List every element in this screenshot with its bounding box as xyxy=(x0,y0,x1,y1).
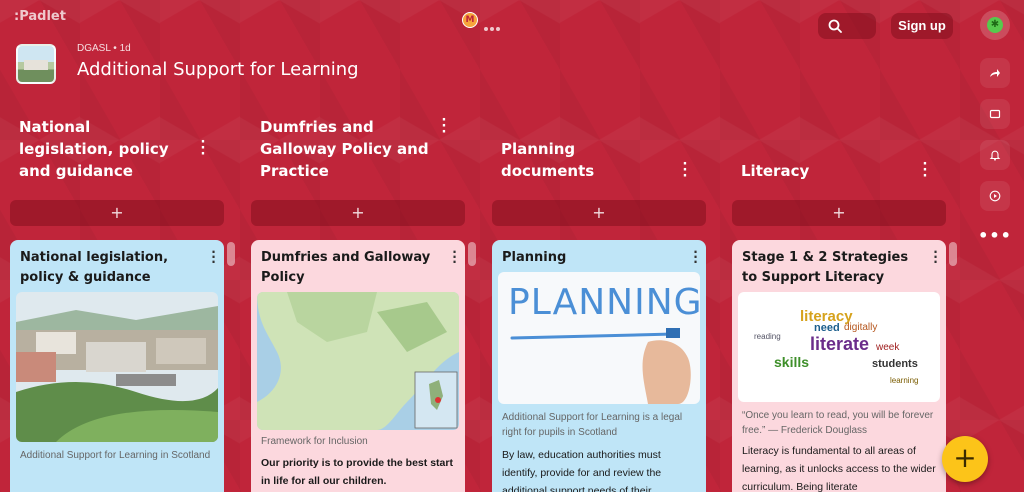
post-image[interactable] xyxy=(16,292,218,442)
right-toolbar: ✱ ••• xyxy=(978,10,1012,245)
word-cloud-word: learning xyxy=(890,376,919,385)
bell-icon xyxy=(989,150,1001,161)
post-card[interactable]: Stage 1 & 2 Strategies to Support Litera… xyxy=(732,240,946,492)
word-cloud-word: skills xyxy=(774,354,810,370)
post-image[interactable] xyxy=(257,292,459,430)
post-card[interactable]: Planning · · · PLANNING Additional Support… xyxy=(492,240,706,492)
add-post-button[interactable]: + xyxy=(251,200,465,226)
post-attachment-caption: Framework for Inclusion xyxy=(261,436,368,447)
post-title: National legislation, policy & guidance xyxy=(20,250,169,285)
column-header: Planning documents · · · xyxy=(492,110,706,190)
word-cloud-word: need xyxy=(814,322,840,334)
column-title: National legislation, policy and guidanc… xyxy=(19,118,169,180)
column-literacy: Literacy · · · + xyxy=(732,110,946,226)
parliament-photo xyxy=(16,292,218,442)
board-title: Additional Support for Learning xyxy=(77,59,359,80)
post-attachment-caption: “Once you learn to read, you will be for… xyxy=(742,410,934,436)
search-button[interactable] xyxy=(818,13,876,39)
board-thumbnail[interactable] xyxy=(16,44,56,84)
kebab-menu-icon[interactable]: · · · xyxy=(200,136,206,161)
column-title: Planning documents xyxy=(501,140,595,180)
column-header: National legislation, policy and guidanc… xyxy=(10,110,224,190)
column-title: Literacy xyxy=(741,162,810,180)
post-body: By law, education authorities must ident… xyxy=(502,449,662,492)
column-planning: Planning documents · · · + xyxy=(492,110,706,226)
word-cloud-word: reading xyxy=(754,332,781,341)
loading-dots-icon xyxy=(484,16,502,35)
post-title: Dumfries and Galloway Policy xyxy=(261,250,431,285)
column-scrollbar[interactable] xyxy=(227,242,235,266)
kebab-menu-icon[interactable]: · · · xyxy=(933,246,938,268)
play-icon xyxy=(989,190,1001,202)
post-body: Literacy is fundamental to all areas of … xyxy=(742,445,936,492)
kebab-menu-icon[interactable]: · · · xyxy=(452,246,457,268)
column-scrollbar[interactable] xyxy=(949,242,957,266)
post-title: Stage 1 & 2 Strategies to Support Litera… xyxy=(742,250,909,285)
post-attachment-caption: Additional Support for Learning is a leg… xyxy=(502,412,683,438)
board-meta: DGASL • 1d xyxy=(77,43,131,54)
post-image[interactable]: literacy literate skills students need d… xyxy=(738,292,940,402)
add-post-button[interactable]: + xyxy=(492,200,706,226)
padlet-logo[interactable]: :Padlet xyxy=(14,9,66,24)
search-icon xyxy=(828,19,842,33)
user-avatar[interactable]: ✱ xyxy=(980,10,1010,40)
post-image[interactable]: PLANNING xyxy=(498,272,700,404)
word-cloud-word: students xyxy=(872,358,918,370)
kebab-menu-icon[interactable]: · · · xyxy=(693,246,698,268)
add-post-fab[interactable]: + xyxy=(942,436,988,482)
post-card[interactable]: Dumfries and Galloway Policy · · · Framewo… xyxy=(251,240,465,492)
column-header: Dumfries and Galloway Policy and Practic… xyxy=(251,110,465,190)
post-body: Our priority is to provide the best star… xyxy=(261,457,453,487)
notifications-button[interactable] xyxy=(980,140,1010,170)
play-button[interactable] xyxy=(980,181,1010,211)
kebab-menu-icon[interactable]: · · · xyxy=(211,246,216,268)
avatar-icon: ✱ xyxy=(987,17,1003,33)
add-post-button[interactable]: + xyxy=(732,200,946,226)
board-time: 1d xyxy=(119,43,131,54)
word-cloud: literacy literate skills students need d… xyxy=(744,298,934,396)
map-image xyxy=(257,292,459,430)
kebab-menu-icon[interactable]: · · · xyxy=(682,158,688,183)
post-title: Planning xyxy=(502,250,567,265)
share-arrow-icon xyxy=(990,69,1000,77)
column-dg-policy: Dumfries and Galloway Policy and Practic… xyxy=(251,110,465,226)
post-attachment-caption: Additional Support for Learning in Scotl… xyxy=(20,450,211,461)
kebab-menu-icon[interactable]: · · · xyxy=(441,114,447,139)
kebab-menu-icon[interactable]: · · · xyxy=(922,158,928,183)
board-author: DGASL xyxy=(77,43,111,54)
app-badge[interactable]: M xyxy=(462,12,478,28)
column-title: Dumfries and Galloway Policy and Practic… xyxy=(260,118,429,180)
column-scrollbar[interactable] xyxy=(468,242,476,266)
word-cloud-word: literate xyxy=(810,334,870,354)
column-national-legislation: National legislation, policy and guidanc… xyxy=(10,110,224,226)
more-options-icon[interactable]: ••• xyxy=(978,226,1012,245)
word-cloud-word: digitally xyxy=(844,322,878,333)
sign-up-button[interactable]: Sign up xyxy=(891,13,953,39)
slideshow-button[interactable] xyxy=(980,99,1010,129)
hand-marker-drawing xyxy=(510,328,691,404)
add-post-button[interactable]: + xyxy=(10,200,224,226)
column-header: Literacy · · · xyxy=(732,110,946,190)
share-button[interactable] xyxy=(980,58,1010,88)
screen-icon xyxy=(989,109,1001,119)
post-card[interactable]: National legislation, policy & guidance … xyxy=(10,240,224,492)
word-cloud-word: week xyxy=(876,342,900,353)
